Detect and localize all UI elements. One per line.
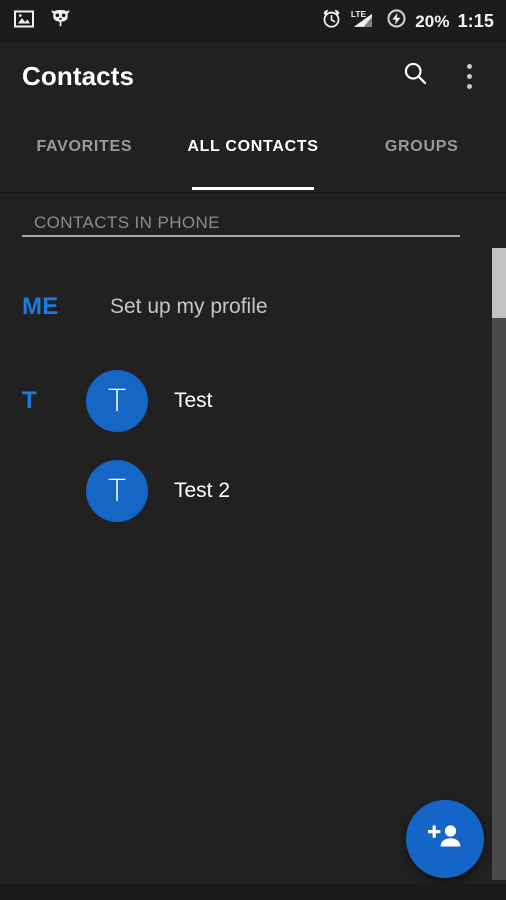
scrollbar-thumb[interactable] (492, 248, 506, 318)
contacts-app-screen: LTE 20% 1:15 Contacts FAVORITES ALL CONT… (0, 0, 506, 900)
section-divider (22, 235, 460, 237)
cyanogenmod-logo-icon (50, 8, 71, 34)
more-vertical-icon (466, 63, 472, 89)
battery-charging-icon (386, 8, 407, 34)
search-icon (402, 60, 429, 92)
section-header-label: CONTACTS IN PHONE (34, 213, 220, 232)
bottom-strip (0, 884, 506, 900)
status-bar-clock: 1:15 (457, 11, 494, 31)
app-bar-actions (392, 53, 492, 99)
section-header: CONTACTS IN PHONE (0, 200, 506, 246)
index-letter-t: T (22, 387, 37, 414)
index-letter-me: ME (22, 293, 59, 320)
search-button[interactable] (392, 53, 438, 99)
list-item-contact[interactable]: T Test 2 (0, 446, 494, 536)
tab-bar: FAVORITES ALL CONTACTS GROUPS (0, 110, 506, 192)
screenshot-image-icon (14, 9, 34, 34)
scrollbar[interactable] (492, 248, 506, 880)
status-bar-right-icons: LTE 20% 1:15 (321, 8, 494, 35)
list-item-contact[interactable]: T T Test (0, 356, 494, 446)
avatar: T (86, 370, 148, 432)
lte-signal-icon: LTE (350, 8, 378, 35)
tab-groups[interactable]: GROUPS (337, 110, 506, 192)
contacts-list: CONTACTS IN PHONE ME Set up my profile T… (0, 194, 506, 900)
contact-name: Test (174, 389, 213, 412)
tab-favorites[interactable]: FAVORITES (0, 110, 169, 192)
tab-active-indicator (191, 187, 315, 190)
svg-text:LTE: LTE (351, 9, 367, 19)
alarm-clock-icon (321, 8, 342, 34)
tab-all-contacts-label: ALL CONTACTS (187, 138, 319, 155)
app-bar: Contacts (0, 42, 506, 110)
add-contact-fab[interactable] (406, 800, 484, 878)
battery-percent-label: 20% (415, 11, 450, 31)
page-title: Contacts (22, 60, 135, 91)
contact-name: Test 2 (174, 479, 231, 502)
tab-groups-label: GROUPS (384, 138, 459, 155)
tab-all-contacts[interactable]: ALL CONTACTS (169, 110, 338, 192)
overflow-menu-button[interactable] (446, 53, 492, 99)
list-item-set-up-profile[interactable]: ME Set up my profile (0, 262, 494, 352)
set-up-profile-label: Set up my profile (110, 295, 268, 318)
tab-favorites-label: FAVORITES (36, 138, 133, 155)
person-add-icon (425, 821, 465, 858)
status-bar-left-icons (14, 8, 71, 34)
avatar: T (86, 460, 148, 522)
status-bar: LTE 20% 1:15 (0, 0, 506, 42)
